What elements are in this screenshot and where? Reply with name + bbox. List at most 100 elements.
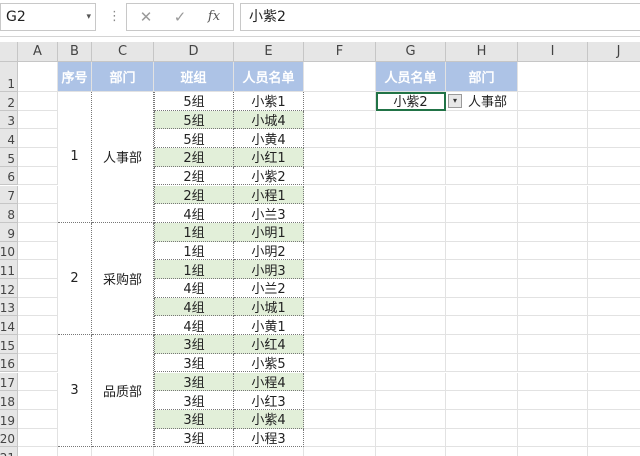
staff-cell[interactable]: 小紫2 [234,166,304,186]
row-header-16[interactable]: 16 [0,353,18,373]
cell[interactable] [18,166,58,186]
cell[interactable] [92,447,154,456]
staff-cell[interactable]: 小红3 [234,391,304,410]
table-header-dept[interactable]: 部门 [92,62,154,92]
cell[interactable] [304,428,376,448]
cell[interactable] [446,260,518,279]
cell[interactable] [18,297,58,317]
cell[interactable] [18,409,58,429]
cell[interactable] [588,223,640,242]
cell[interactable] [446,391,518,410]
cell[interactable] [446,148,518,167]
column-header-c[interactable]: C [92,42,154,62]
cell[interactable] [446,279,518,298]
column-header-b[interactable]: B [58,42,92,62]
cell[interactable] [518,353,588,373]
cell[interactable] [376,166,446,186]
cell[interactable] [304,110,376,130]
lookup-header-staff[interactable]: 人员名单 [376,62,446,92]
staff-cell[interactable]: 小紫1 [234,92,304,111]
row-header-12[interactable]: 12 [0,279,18,298]
more-icon[interactable]: ⋮ [108,9,121,24]
column-header-i[interactable]: I [518,42,588,62]
cell[interactable] [154,447,234,456]
cell[interactable] [518,241,588,261]
column-header-h[interactable]: H [446,42,518,62]
cell[interactable] [588,391,640,410]
cell[interactable] [18,129,58,149]
cell[interactable] [304,92,376,111]
group-cell[interactable]: 3组 [154,372,234,392]
cell[interactable] [18,110,58,130]
cell[interactable] [518,297,588,317]
cell[interactable] [446,353,518,373]
row-header-21[interactable]: 21 [0,447,18,456]
staff-cell[interactable]: 小明3 [234,260,304,279]
cell[interactable] [588,111,640,130]
cell[interactable] [588,260,640,279]
cell[interactable] [234,447,304,456]
cell[interactable] [446,447,518,456]
group-cell[interactable]: 5组 [154,110,234,130]
cell[interactable] [376,185,446,205]
row-header-18[interactable]: 18 [0,391,18,410]
cell[interactable] [304,185,376,205]
cell[interactable] [518,148,588,167]
row-header-19[interactable]: 19 [0,409,18,429]
cell[interactable] [304,335,376,354]
formula-input[interactable]: 小紫2 [240,3,640,31]
cell[interactable] [304,316,376,336]
staff-cell[interactable]: 小红1 [234,148,304,167]
cell[interactable] [518,62,588,92]
cell[interactable] [18,279,58,298]
cell[interactable] [304,222,376,242]
group-cell[interactable]: 2组 [154,148,234,167]
group-cell[interactable]: 4组 [154,297,234,317]
staff-cell[interactable]: 小程3 [234,428,304,448]
row-header-13[interactable]: 13 [0,297,18,317]
cell[interactable] [376,241,446,261]
row-header-3[interactable]: 3 [0,110,18,130]
cell[interactable] [18,148,58,167]
cell[interactable] [518,110,588,130]
cell[interactable] [18,428,58,448]
cell[interactable] [304,129,376,149]
cell[interactable] [588,242,640,261]
group-cell[interactable]: 3组 [154,409,234,429]
cell[interactable] [446,185,518,205]
cell[interactable] [446,204,518,223]
row-header-6[interactable]: 6 [0,166,18,186]
column-header-j[interactable]: J [588,42,640,62]
cell[interactable] [18,353,58,373]
dept-cell[interactable]: 品质部 [92,335,154,448]
cell[interactable] [588,92,640,111]
column-header-a[interactable]: A [18,42,58,62]
cell[interactable] [588,410,640,429]
staff-cell[interactable]: 小紫5 [234,353,304,373]
cell[interactable] [376,335,446,354]
cell[interactable] [518,335,588,354]
row-header-11[interactable]: 11 [0,260,18,279]
row-header-8[interactable]: 8 [0,204,18,223]
row-header-2[interactable]: 2 [0,92,18,111]
cell[interactable] [588,129,640,149]
cell[interactable] [304,279,376,298]
cell[interactable] [588,316,640,336]
cell[interactable] [376,372,446,392]
table-header-seq[interactable]: 序号 [58,62,92,92]
cell[interactable] [588,167,640,186]
staff-cell[interactable]: 小紫4 [234,409,304,429]
cell[interactable] [518,185,588,205]
cell[interactable] [518,409,588,429]
column-header-f[interactable]: F [304,42,376,62]
cell[interactable] [18,185,58,205]
group-cell[interactable]: 5组 [154,129,234,149]
cell[interactable] [446,129,518,149]
cell[interactable] [588,447,640,456]
staff-cell[interactable]: 小明1 [234,222,304,242]
cell[interactable] [518,129,588,149]
cell[interactable] [588,62,640,92]
row-header-4[interactable]: 4 [0,129,18,149]
cell[interactable] [376,447,446,456]
row-header-10[interactable]: 10 [0,241,18,261]
